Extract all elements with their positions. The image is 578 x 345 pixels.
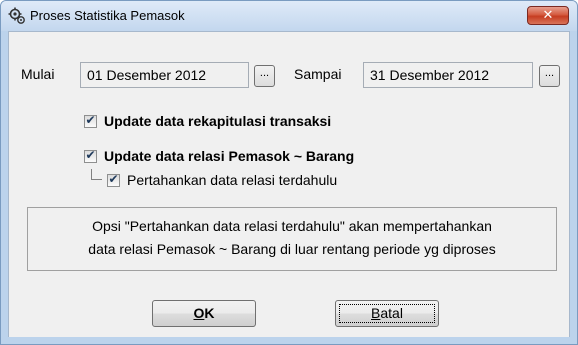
ok-button[interactable]: OK <box>152 300 256 327</box>
check-icon: ✔ <box>85 113 96 127</box>
focus-rect <box>339 304 435 323</box>
pertahankan-label: Pertahankan data relasi terdahulu <box>127 172 338 188</box>
dialog-body: Mulai 01 Desember 2012 ... Sampai 31 Des… <box>8 31 570 337</box>
relasi-checkbox[interactable]: ✔ <box>84 148 97 163</box>
rekap-checkbox[interactable]: ✔ <box>84 113 97 128</box>
start-date-field[interactable]: 01 Desember 2012 <box>80 62 249 88</box>
window-title: Proses Statistika Pemasok <box>30 8 185 23</box>
end-date-picker-button[interactable]: ... <box>539 65 560 87</box>
cancel-button[interactable]: Batal <box>335 300 439 327</box>
end-date-field[interactable]: 31 Desember 2012 <box>363 62 533 88</box>
pertahankan-checkbox[interactable]: ✔ <box>107 172 120 187</box>
gear-icon <box>8 7 26 25</box>
title-bar[interactable]: Proses Statistika Pemasok ✕ <box>1 1 577 31</box>
check-icon: ✔ <box>108 172 119 186</box>
tree-connector <box>91 169 102 180</box>
start-date-label: Mulai <box>21 66 55 82</box>
rekap-label: Update data rekapitulasi transaksi <box>104 113 332 129</box>
ok-mnemonic: O <box>193 305 205 321</box>
ok-label-rest: K <box>204 305 215 321</box>
close-button[interactable]: ✕ <box>527 6 569 25</box>
close-icon: ✕ <box>542 8 554 23</box>
relasi-label: Update data relasi Pemasok ~ Barang <box>104 148 355 164</box>
info-note: Opsi "Pertahankan data relasi terdahulu"… <box>27 207 557 271</box>
info-note-line-2: data relasi Pemasok ~ Barang di luar ren… <box>88 241 496 257</box>
check-icon: ✔ <box>85 148 96 162</box>
end-date-label: Sampai <box>294 66 342 82</box>
start-date-picker-button[interactable]: ... <box>254 65 275 87</box>
info-note-line-1: Opsi "Pertahankan data relasi terdahulu"… <box>92 218 492 234</box>
dialog-window: Proses Statistika Pemasok ✕ Mulai 01 Des… <box>0 0 578 345</box>
